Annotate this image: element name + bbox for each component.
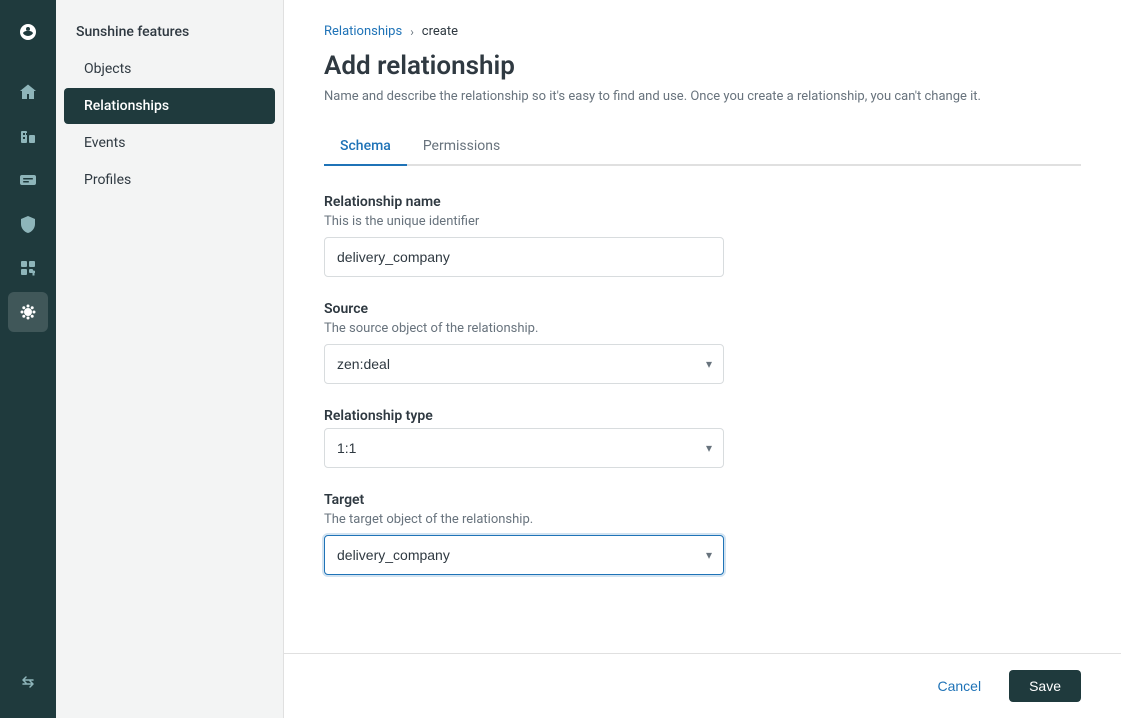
breadcrumb-current: create: [422, 24, 458, 39]
source-select[interactable]: zen:deal zen:ticket zen:user zen:organiz…: [324, 344, 724, 384]
save-button[interactable]: Save: [1009, 670, 1081, 702]
sidebar-item-profiles[interactable]: Profiles: [64, 162, 275, 198]
relationship-name-hint: This is the unique identifier: [324, 214, 1081, 229]
source-select-wrapper: zen:deal zen:ticket zen:user zen:organiz…: [324, 344, 724, 384]
source-group: Source The source object of the relation…: [324, 301, 1081, 384]
page-title: Add relationship: [324, 51, 1081, 81]
breadcrumb: Relationships › create: [324, 24, 1081, 39]
relationship-type-select-wrapper: 1:1 1:N N:N ▾: [324, 428, 724, 468]
page-description: Name and describe the relationship so it…: [324, 89, 1081, 104]
cancel-button[interactable]: Cancel: [921, 670, 997, 702]
app-logo[interactable]: [8, 12, 48, 52]
sidebar-item-objects[interactable]: Objects: [64, 51, 275, 87]
sunshine-icon[interactable]: [8, 292, 48, 332]
ticket-icon[interactable]: [8, 160, 48, 200]
target-group: Target The target object of the relation…: [324, 492, 1081, 575]
tab-permissions[interactable]: Permissions: [407, 128, 516, 166]
buildings-icon[interactable]: [8, 116, 48, 156]
home-icon[interactable]: [8, 72, 48, 112]
target-select-wrapper: delivery_company zen:ticket zen:user ▾: [324, 535, 724, 575]
form: Relationship name This is the unique ide…: [324, 194, 1081, 575]
grid-icon[interactable]: [8, 248, 48, 288]
source-label: Source: [324, 301, 1081, 317]
relationship-name-group: Relationship name This is the unique ide…: [324, 194, 1081, 277]
target-select[interactable]: delivery_company zen:ticket zen:user: [324, 535, 724, 575]
sidebar-item-events[interactable]: Events: [64, 125, 275, 161]
tabs: Schema Permissions: [324, 128, 1081, 166]
sidebar-item-relationships[interactable]: Relationships: [64, 88, 275, 124]
target-hint: The target object of the relationship.: [324, 512, 1081, 527]
sidebar: Sunshine features Objects Relationships …: [56, 0, 284, 718]
shield-icon[interactable]: [8, 204, 48, 244]
icon-rail: [0, 0, 56, 718]
target-label: Target: [324, 492, 1081, 508]
source-hint: The source object of the relationship.: [324, 321, 1081, 336]
main-content: Relationships › create Add relationship …: [284, 0, 1121, 718]
content-area: Relationships › create Add relationship …: [284, 0, 1121, 653]
relationship-name-input[interactable]: [324, 237, 724, 277]
footer: Cancel Save: [284, 653, 1121, 718]
tab-schema[interactable]: Schema: [324, 128, 407, 166]
relationship-type-group: Relationship type 1:1 1:N N:N ▾: [324, 408, 1081, 468]
sidebar-section-title: Sunshine features: [56, 8, 283, 50]
breadcrumb-link[interactable]: Relationships: [324, 24, 402, 39]
transfer-icon[interactable]: [8, 662, 48, 702]
relationship-name-label: Relationship name: [324, 194, 1081, 210]
relationship-type-label: Relationship type: [324, 408, 1081, 424]
relationship-type-select[interactable]: 1:1 1:N N:N: [324, 428, 724, 468]
breadcrumb-separator: ›: [410, 25, 414, 39]
